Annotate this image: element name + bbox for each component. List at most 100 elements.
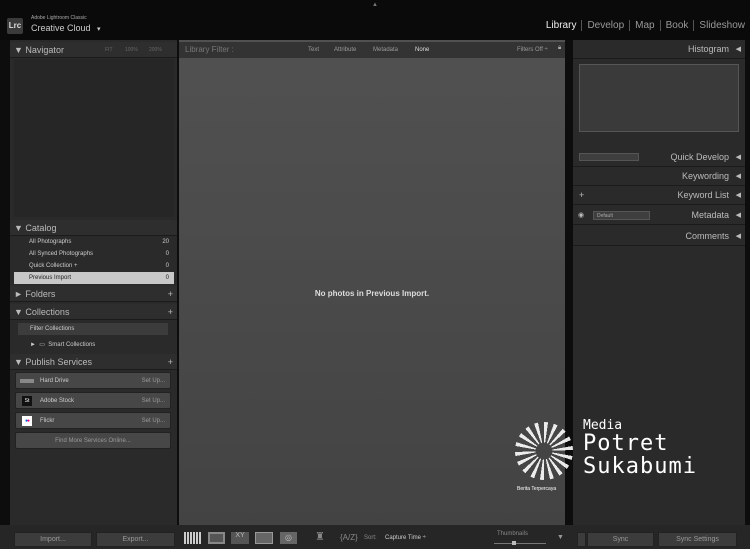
export-button[interactable]: Export... (96, 532, 175, 547)
sort-dropdown[interactable]: Capture Time ÷ (385, 535, 426, 541)
grid-view-icon[interactable] (184, 532, 201, 544)
auto-sync-switch[interactable] (577, 532, 586, 547)
zoom-fit[interactable]: FIT (105, 42, 113, 58)
zoom-100[interactable]: 100% (125, 42, 138, 58)
people-view-icon[interactable]: ◎ (280, 532, 297, 544)
sync-button[interactable]: Sync (587, 532, 654, 547)
sort-label: Sort: (364, 535, 377, 541)
item-label: Quick Collection + (29, 263, 78, 269)
sort-direction-icon[interactable]: {A/Z} (340, 533, 358, 542)
library-filter-title: Library Filter : (185, 45, 234, 54)
thumbnail-size-slider[interactable] (494, 541, 546, 545)
add-keyword-icon[interactable]: + (579, 186, 584, 205)
publish-flickr[interactable]: ●● Flickr Set Up... (15, 412, 171, 429)
keyword-list-header[interactable]: + Keyword List ◀ (573, 186, 745, 205)
setup-link[interactable]: Set Up... (142, 413, 165, 429)
histogram-title: Histogram (687, 44, 729, 54)
empty-message: No photos in Previous Import. (314, 289, 430, 298)
account-label: Creative Cloud (31, 23, 91, 33)
metadata-title: Metadata (691, 210, 729, 220)
left-panel: ▼ Navigator FIT 100% 200% ▼ Catalog All … (10, 40, 177, 525)
watermark-tagline: Berita Terpercaya (517, 486, 557, 492)
item-label: All Photographs (29, 239, 72, 245)
collections-header[interactable]: ▼ Collections + (10, 304, 177, 320)
publish-adobe-stock[interactable]: St Adobe Stock Set Up... (15, 392, 171, 409)
grid-view (179, 40, 565, 525)
add-folder-icon[interactable]: + (168, 286, 173, 302)
filter-text[interactable]: Text (308, 47, 319, 53)
flickr-icon: ●● (22, 416, 32, 426)
catalog-all-synced[interactable]: All Synced Photographs 0 (14, 248, 174, 260)
item-count: 20 (162, 239, 169, 245)
publish-header[interactable]: ▼ Publish Services + (10, 354, 177, 370)
module-map[interactable]: Map (629, 20, 659, 31)
saved-preset-select[interactable] (579, 153, 639, 161)
zoom-200[interactable]: 200% (149, 42, 162, 58)
metadata-header[interactable]: ◉ Default Metadata ◀ (573, 206, 745, 225)
keyword-list-title: Keyword List (677, 190, 729, 200)
thumbnails-label: Thumbnails (497, 531, 529, 537)
comments-header[interactable]: Comments ◀ (573, 227, 745, 246)
library-filter-bar: Library Filter : Text Attribute Metadata… (179, 42, 565, 58)
smart-collections[interactable]: ► ▭ Smart Collections (14, 339, 174, 351)
add-publish-icon[interactable]: + (168, 354, 173, 370)
quick-develop-header[interactable]: Quick Develop ◀ (573, 148, 745, 167)
setup-link[interactable]: Set Up... (142, 393, 165, 409)
module-picker: Library Develop Map Book Slideshow (541, 20, 750, 31)
smart-collections-label: Smart Collections (48, 342, 96, 348)
module-develop[interactable]: Develop (581, 20, 629, 31)
watermark-logo-icon (515, 422, 573, 480)
catalog-previous-import[interactable]: Previous Import 0 (14, 272, 174, 284)
navigator-header[interactable]: ▼ Navigator FIT 100% 200% (10, 42, 177, 58)
sync-settings-button[interactable]: Sync Settings (658, 532, 737, 547)
filter-none[interactable]: None (415, 47, 429, 53)
publish-title: Publish Services (25, 357, 92, 367)
keywording-header[interactable]: Keywording ◀ (573, 167, 745, 186)
module-library[interactable]: Library (541, 20, 582, 31)
keywording-title: Keywording (681, 171, 729, 181)
import-button[interactable]: Import... (14, 532, 92, 547)
item-label: Previous Import (29, 275, 72, 281)
catalog-all-photographs[interactable]: All Photographs 20 (14, 236, 174, 248)
setup-link[interactable]: Set Up... (142, 373, 165, 389)
catalog-title: Catalog (25, 223, 57, 233)
publish-hard-drive[interactable]: Hard Drive Set Up... (15, 372, 171, 389)
add-collection-icon[interactable]: + (168, 304, 173, 320)
loupe-view-icon[interactable] (208, 532, 225, 544)
compare-view-icon[interactable]: XY (231, 532, 249, 544)
module-slideshow[interactable]: Slideshow (693, 20, 750, 31)
quick-develop-title: Quick Develop (670, 152, 729, 162)
hard-drive-icon (20, 379, 34, 383)
eye-icon[interactable]: ◉ (578, 206, 584, 225)
item-count: 0 (165, 275, 169, 281)
navigator-preview (14, 59, 174, 217)
lrc-logo: Lrc (7, 18, 23, 34)
service-name: Hard Drive (40, 378, 69, 384)
spray-can-icon[interactable]: ♜ (315, 530, 325, 543)
survey-view-icon[interactable] (255, 532, 273, 544)
watermark-line2: Potret (583, 431, 669, 456)
metadata-preset-select[interactable]: Default (593, 211, 650, 220)
toolbar-menu-icon[interactable]: ▼ (557, 534, 564, 541)
collapse-top-icon[interactable]: ▲ (372, 2, 378, 8)
catalog-header[interactable]: ▼ Catalog (10, 220, 177, 236)
account-menu[interactable]: Creative Cloud ▾ (31, 23, 101, 33)
slider-thumb[interactable] (512, 541, 516, 545)
filter-collections-input[interactable]: Filter Collections (18, 323, 168, 335)
catalog-quick-collection[interactable]: Quick Collection + 0 (14, 260, 174, 272)
filter-metadata[interactable]: Metadata (373, 47, 398, 53)
find-more-services-button[interactable]: Find More Services Online... (15, 432, 171, 449)
navigator-title: Navigator (25, 45, 64, 55)
lock-icon[interactable]: 🔒︎ (558, 45, 561, 52)
module-book[interactable]: Book (659, 20, 694, 31)
collections-title: Collections (25, 307, 70, 317)
adobe-stock-icon: St (22, 396, 32, 406)
filter-attribute[interactable]: Attribute (334, 47, 356, 53)
filters-off-dropdown[interactable]: Filters Off ÷ (517, 47, 548, 53)
item-count: 0 (165, 263, 169, 269)
folders-header[interactable]: ► Folders + (10, 286, 177, 302)
histogram-header[interactable]: Histogram ◀ (573, 40, 745, 59)
service-name: Flickr (40, 418, 55, 424)
app-name: Adobe Lightroom Classic (31, 15, 87, 21)
item-label: All Synced Photographs (29, 251, 94, 257)
